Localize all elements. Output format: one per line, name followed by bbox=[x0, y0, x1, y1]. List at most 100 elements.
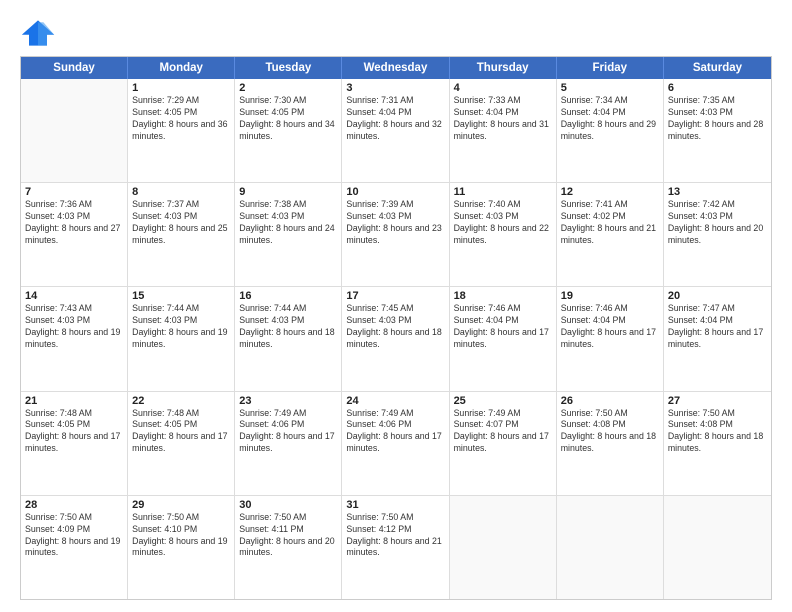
cell-info: Sunrise: 7:45 AM Sunset: 4:03 PM Dayligh… bbox=[346, 303, 444, 351]
day-number: 2 bbox=[239, 82, 337, 94]
day-number: 29 bbox=[132, 499, 230, 511]
day-number: 3 bbox=[346, 82, 444, 94]
day-number: 31 bbox=[346, 499, 444, 511]
logo bbox=[20, 18, 62, 48]
day-cell-4: 4Sunrise: 7:33 AM Sunset: 4:04 PM Daylig… bbox=[450, 79, 557, 182]
day-number: 4 bbox=[454, 82, 552, 94]
day-cell-28: 28Sunrise: 7:50 AM Sunset: 4:09 PM Dayli… bbox=[21, 496, 128, 599]
day-cell-19: 19Sunrise: 7:46 AM Sunset: 4:04 PM Dayli… bbox=[557, 287, 664, 390]
cell-info: Sunrise: 7:50 AM Sunset: 4:08 PM Dayligh… bbox=[561, 408, 659, 456]
calendar-row-4: 28Sunrise: 7:50 AM Sunset: 4:09 PM Dayli… bbox=[21, 495, 771, 599]
weekday-header-saturday: Saturday bbox=[664, 57, 771, 79]
day-cell-22: 22Sunrise: 7:48 AM Sunset: 4:05 PM Dayli… bbox=[128, 392, 235, 495]
day-number: 1 bbox=[132, 82, 230, 94]
day-number: 28 bbox=[25, 499, 123, 511]
day-number: 20 bbox=[668, 290, 767, 302]
day-cell-7: 7Sunrise: 7:36 AM Sunset: 4:03 PM Daylig… bbox=[21, 183, 128, 286]
day-number: 15 bbox=[132, 290, 230, 302]
empty-cell bbox=[664, 496, 771, 599]
weekday-header-thursday: Thursday bbox=[450, 57, 557, 79]
day-number: 10 bbox=[346, 186, 444, 198]
cell-info: Sunrise: 7:44 AM Sunset: 4:03 PM Dayligh… bbox=[132, 303, 230, 351]
weekday-header-wednesday: Wednesday bbox=[342, 57, 449, 79]
day-cell-26: 26Sunrise: 7:50 AM Sunset: 4:08 PM Dayli… bbox=[557, 392, 664, 495]
day-cell-17: 17Sunrise: 7:45 AM Sunset: 4:03 PM Dayli… bbox=[342, 287, 449, 390]
day-number: 18 bbox=[454, 290, 552, 302]
cell-info: Sunrise: 7:46 AM Sunset: 4:04 PM Dayligh… bbox=[561, 303, 659, 351]
day-cell-16: 16Sunrise: 7:44 AM Sunset: 4:03 PM Dayli… bbox=[235, 287, 342, 390]
cell-info: Sunrise: 7:31 AM Sunset: 4:04 PM Dayligh… bbox=[346, 95, 444, 143]
empty-cell bbox=[21, 79, 128, 182]
calendar-row-1: 7Sunrise: 7:36 AM Sunset: 4:03 PM Daylig… bbox=[21, 182, 771, 286]
day-number: 12 bbox=[561, 186, 659, 198]
cell-info: Sunrise: 7:49 AM Sunset: 4:06 PM Dayligh… bbox=[239, 408, 337, 456]
day-cell-9: 9Sunrise: 7:38 AM Sunset: 4:03 PM Daylig… bbox=[235, 183, 342, 286]
calendar-row-0: 1Sunrise: 7:29 AM Sunset: 4:05 PM Daylig… bbox=[21, 79, 771, 182]
day-cell-29: 29Sunrise: 7:50 AM Sunset: 4:10 PM Dayli… bbox=[128, 496, 235, 599]
weekday-header-monday: Monday bbox=[128, 57, 235, 79]
cell-info: Sunrise: 7:30 AM Sunset: 4:05 PM Dayligh… bbox=[239, 95, 337, 143]
cell-info: Sunrise: 7:34 AM Sunset: 4:04 PM Dayligh… bbox=[561, 95, 659, 143]
calendar-row-3: 21Sunrise: 7:48 AM Sunset: 4:05 PM Dayli… bbox=[21, 391, 771, 495]
day-cell-12: 12Sunrise: 7:41 AM Sunset: 4:02 PM Dayli… bbox=[557, 183, 664, 286]
calendar-body: 1Sunrise: 7:29 AM Sunset: 4:05 PM Daylig… bbox=[21, 79, 771, 599]
cell-info: Sunrise: 7:40 AM Sunset: 4:03 PM Dayligh… bbox=[454, 199, 552, 247]
cell-info: Sunrise: 7:50 AM Sunset: 4:08 PM Dayligh… bbox=[668, 408, 767, 456]
day-number: 13 bbox=[668, 186, 767, 198]
logo-icon bbox=[20, 18, 56, 48]
weekday-header-friday: Friday bbox=[557, 57, 664, 79]
cell-info: Sunrise: 7:33 AM Sunset: 4:04 PM Dayligh… bbox=[454, 95, 552, 143]
day-cell-31: 31Sunrise: 7:50 AM Sunset: 4:12 PM Dayli… bbox=[342, 496, 449, 599]
cell-info: Sunrise: 7:37 AM Sunset: 4:03 PM Dayligh… bbox=[132, 199, 230, 247]
day-number: 6 bbox=[668, 82, 767, 94]
day-cell-1: 1Sunrise: 7:29 AM Sunset: 4:05 PM Daylig… bbox=[128, 79, 235, 182]
day-number: 24 bbox=[346, 395, 444, 407]
cell-info: Sunrise: 7:50 AM Sunset: 4:10 PM Dayligh… bbox=[132, 512, 230, 560]
day-cell-11: 11Sunrise: 7:40 AM Sunset: 4:03 PM Dayli… bbox=[450, 183, 557, 286]
page: SundayMondayTuesdayWednesdayThursdayFrid… bbox=[0, 0, 792, 612]
day-number: 23 bbox=[239, 395, 337, 407]
day-number: 14 bbox=[25, 290, 123, 302]
cell-info: Sunrise: 7:50 AM Sunset: 4:12 PM Dayligh… bbox=[346, 512, 444, 560]
cell-info: Sunrise: 7:35 AM Sunset: 4:03 PM Dayligh… bbox=[668, 95, 767, 143]
day-cell-25: 25Sunrise: 7:49 AM Sunset: 4:07 PM Dayli… bbox=[450, 392, 557, 495]
day-cell-15: 15Sunrise: 7:44 AM Sunset: 4:03 PM Dayli… bbox=[128, 287, 235, 390]
day-cell-23: 23Sunrise: 7:49 AM Sunset: 4:06 PM Dayli… bbox=[235, 392, 342, 495]
empty-cell bbox=[557, 496, 664, 599]
cell-info: Sunrise: 7:38 AM Sunset: 4:03 PM Dayligh… bbox=[239, 199, 337, 247]
cell-info: Sunrise: 7:41 AM Sunset: 4:02 PM Dayligh… bbox=[561, 199, 659, 247]
calendar: SundayMondayTuesdayWednesdayThursdayFrid… bbox=[20, 56, 772, 600]
calendar-row-2: 14Sunrise: 7:43 AM Sunset: 4:03 PM Dayli… bbox=[21, 286, 771, 390]
day-cell-18: 18Sunrise: 7:46 AM Sunset: 4:04 PM Dayli… bbox=[450, 287, 557, 390]
day-cell-13: 13Sunrise: 7:42 AM Sunset: 4:03 PM Dayli… bbox=[664, 183, 771, 286]
cell-info: Sunrise: 7:39 AM Sunset: 4:03 PM Dayligh… bbox=[346, 199, 444, 247]
cell-info: Sunrise: 7:48 AM Sunset: 4:05 PM Dayligh… bbox=[132, 408, 230, 456]
cell-info: Sunrise: 7:36 AM Sunset: 4:03 PM Dayligh… bbox=[25, 199, 123, 247]
weekday-header-sunday: Sunday bbox=[21, 57, 128, 79]
cell-info: Sunrise: 7:43 AM Sunset: 4:03 PM Dayligh… bbox=[25, 303, 123, 351]
weekday-header-tuesday: Tuesday bbox=[235, 57, 342, 79]
day-number: 16 bbox=[239, 290, 337, 302]
day-cell-24: 24Sunrise: 7:49 AM Sunset: 4:06 PM Dayli… bbox=[342, 392, 449, 495]
day-cell-21: 21Sunrise: 7:48 AM Sunset: 4:05 PM Dayli… bbox=[21, 392, 128, 495]
day-number: 17 bbox=[346, 290, 444, 302]
day-cell-3: 3Sunrise: 7:31 AM Sunset: 4:04 PM Daylig… bbox=[342, 79, 449, 182]
cell-info: Sunrise: 7:49 AM Sunset: 4:06 PM Dayligh… bbox=[346, 408, 444, 456]
day-number: 5 bbox=[561, 82, 659, 94]
cell-info: Sunrise: 7:46 AM Sunset: 4:04 PM Dayligh… bbox=[454, 303, 552, 351]
day-cell-5: 5Sunrise: 7:34 AM Sunset: 4:04 PM Daylig… bbox=[557, 79, 664, 182]
day-number: 9 bbox=[239, 186, 337, 198]
cell-info: Sunrise: 7:44 AM Sunset: 4:03 PM Dayligh… bbox=[239, 303, 337, 351]
day-number: 26 bbox=[561, 395, 659, 407]
day-cell-14: 14Sunrise: 7:43 AM Sunset: 4:03 PM Dayli… bbox=[21, 287, 128, 390]
cell-info: Sunrise: 7:48 AM Sunset: 4:05 PM Dayligh… bbox=[25, 408, 123, 456]
day-number: 30 bbox=[239, 499, 337, 511]
day-number: 21 bbox=[25, 395, 123, 407]
cell-info: Sunrise: 7:29 AM Sunset: 4:05 PM Dayligh… bbox=[132, 95, 230, 143]
day-number: 27 bbox=[668, 395, 767, 407]
day-number: 22 bbox=[132, 395, 230, 407]
day-number: 25 bbox=[454, 395, 552, 407]
day-cell-10: 10Sunrise: 7:39 AM Sunset: 4:03 PM Dayli… bbox=[342, 183, 449, 286]
day-number: 7 bbox=[25, 186, 123, 198]
day-cell-27: 27Sunrise: 7:50 AM Sunset: 4:08 PM Dayli… bbox=[664, 392, 771, 495]
